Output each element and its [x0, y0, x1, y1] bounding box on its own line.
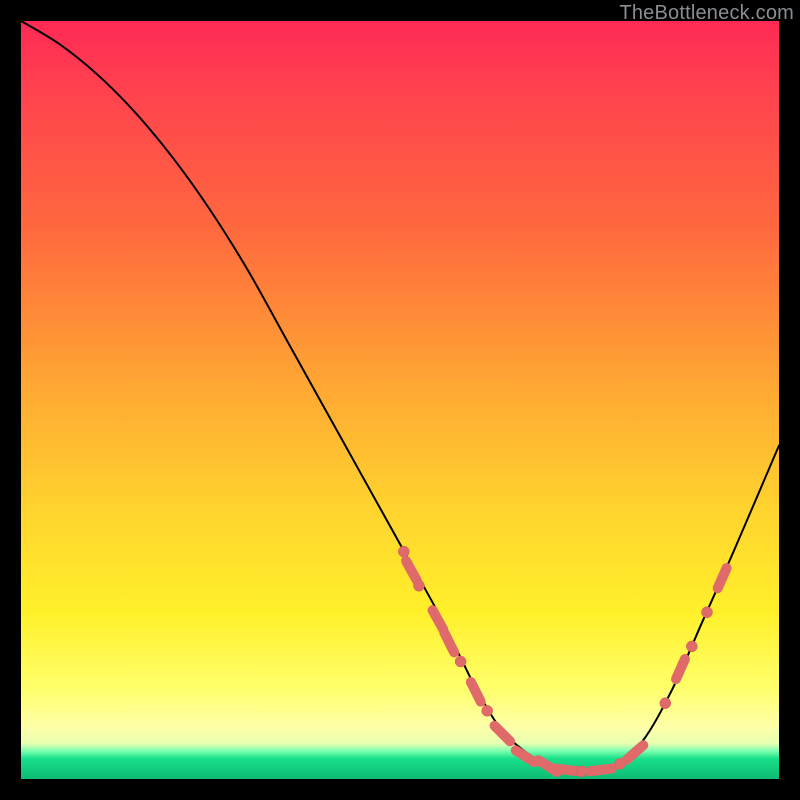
chart-marker-dash — [718, 568, 727, 588]
chart-marker-dash — [495, 726, 511, 742]
chart-marker-dash — [444, 633, 454, 653]
bottleneck-curve — [21, 21, 779, 772]
chart-marker-dash — [556, 769, 578, 772]
chart-marker-dot — [413, 580, 424, 591]
chart-marker-dot — [398, 546, 409, 557]
chart-marker-dash — [433, 610, 444, 629]
chart-marker-dash — [676, 659, 685, 679]
chart-marker-dot — [482, 705, 493, 716]
chart-stage: TheBottleneck.com — [0, 0, 800, 800]
chart-marker-dot — [660, 698, 671, 709]
chart-marker-dash — [471, 682, 481, 702]
chart-marker-dot — [455, 656, 466, 667]
chart-marker-dash — [590, 769, 612, 772]
chart-marker-dash — [406, 561, 417, 580]
chart-marker-dot — [686, 641, 697, 652]
chart-marker-dot — [701, 607, 712, 618]
chart-marker-dash — [516, 750, 535, 762]
plot-area — [21, 21, 779, 779]
chart-marker-dash — [627, 745, 644, 759]
chart-svg — [21, 21, 779, 779]
chart-markers — [398, 546, 726, 777]
